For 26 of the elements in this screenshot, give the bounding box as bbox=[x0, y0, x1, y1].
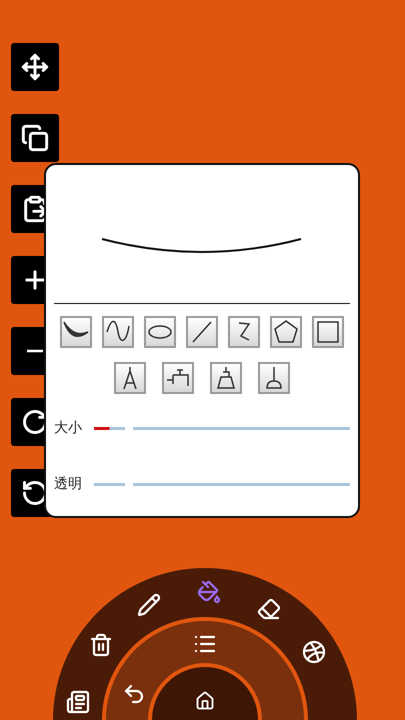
pencil-icon[interactable] bbox=[136, 592, 161, 617]
slider[interactable] bbox=[94, 482, 350, 486]
shape-tool-button[interactable] bbox=[144, 316, 176, 348]
shape-tool-button[interactable] bbox=[102, 316, 134, 348]
newspaper-icon[interactable] bbox=[66, 690, 90, 714]
shape-tool-button[interactable] bbox=[312, 316, 344, 348]
toolbar-button[interactable] bbox=[11, 43, 59, 91]
trash-icon[interactable] bbox=[89, 632, 114, 657]
slider-label: 透明 bbox=[54, 475, 83, 493]
pen-tool-button[interactable] bbox=[114, 362, 146, 394]
shape-tool-button[interactable] bbox=[228, 316, 260, 348]
eraser-icon[interactable] bbox=[257, 597, 281, 622]
home-icon[interactable] bbox=[195, 691, 215, 711]
pen-tool-button[interactable] bbox=[162, 362, 194, 394]
slider[interactable] bbox=[94, 426, 350, 430]
move-icon bbox=[21, 53, 49, 81]
toolbar-button[interactable] bbox=[11, 114, 59, 162]
pen-tool-button[interactable] bbox=[258, 362, 290, 394]
shape-tool-button[interactable] bbox=[270, 316, 302, 348]
paint-bucket-icon[interactable] bbox=[197, 580, 222, 604]
pen-tool-button[interactable] bbox=[210, 362, 242, 394]
shape-tool-button[interactable] bbox=[60, 316, 92, 348]
copy-icon bbox=[21, 124, 49, 152]
slider-label: 大小 bbox=[54, 419, 83, 437]
pentagon-icon bbox=[272, 318, 300, 346]
shape-tool-button[interactable] bbox=[186, 316, 218, 348]
